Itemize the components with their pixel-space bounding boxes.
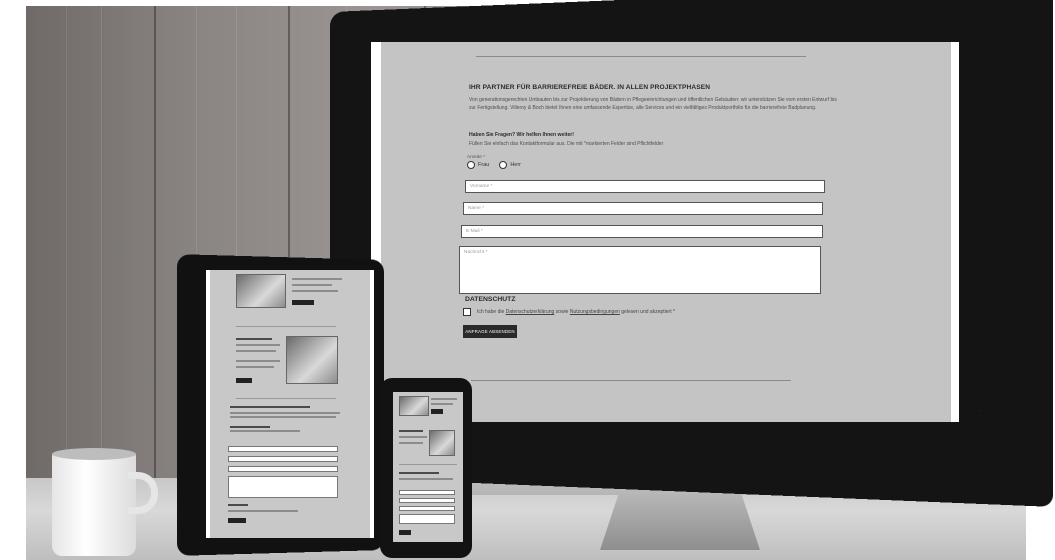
phone-screen — [393, 392, 463, 542]
submit-button[interactable]: ANFRAGE ABSENDEN — [463, 325, 517, 338]
bottom-divider — [471, 380, 791, 381]
phone-hero-image — [399, 396, 429, 416]
consent-suffix: gelesen und akzeptiert * — [619, 309, 675, 315]
radio-frau-label: Frau — [478, 162, 490, 168]
tablet-screen — [206, 270, 374, 538]
radio-herr-label: Herr — [510, 162, 522, 168]
terms-link[interactable]: Nutzungsbedingungen — [570, 309, 620, 315]
intro-paragraph: Von generationsgerechten Umbauten bis zu… — [469, 97, 837, 111]
radio-herr[interactable]: Herr — [499, 161, 521, 169]
consent-row: Ich habe die Datenschutzerklärung sowie … — [463, 308, 675, 316]
contact-question: Haben Sie Fragen? Wir helfen Ihnen weite… — [469, 132, 574, 138]
radio-circle-icon[interactable] — [467, 161, 475, 169]
phone-monitor-image — [429, 430, 455, 456]
lastname-field[interactable]: Name * — [463, 202, 823, 215]
monitor-screen: IHR PARTNER FÜR BARRIEREFREIE BÄDER. IN … — [371, 42, 959, 422]
monitor-stand — [600, 492, 760, 550]
consent-middle: sowie — [554, 309, 570, 315]
coffee-mug — [52, 452, 136, 556]
consent-text: Ich habe die Datenschutzerklärung sowie … — [477, 309, 675, 315]
consent-prefix: Ich habe die — [477, 309, 506, 315]
message-field[interactable]: Nachricht * — [459, 246, 821, 294]
radio-frau[interactable]: Frau — [467, 161, 489, 169]
salutation-radio-group: Frau Herr — [467, 161, 521, 169]
consent-checkbox[interactable] — [463, 308, 471, 316]
tablet-hero-image — [236, 274, 286, 308]
tablet-monitor-image — [286, 336, 338, 384]
contact-instructions: Füllen Sie einfach das Kontaktformular a… — [469, 141, 664, 147]
privacy-heading: DATENSCHUTZ — [465, 296, 516, 303]
page-headline: IHR PARTNER FÜR BARRIEREFREIE BÄDER. IN … — [469, 84, 711, 91]
email-field[interactable]: E-Mail * — [461, 225, 823, 238]
top-divider — [476, 56, 806, 57]
privacy-policy-link[interactable]: Datenschutzerklärung — [506, 309, 555, 315]
firstname-field[interactable]: Vorname * — [465, 180, 825, 193]
radio-circle-icon[interactable] — [499, 161, 508, 169]
mug-rim — [52, 448, 136, 460]
salutation-label: Anrede * — [467, 154, 485, 159]
